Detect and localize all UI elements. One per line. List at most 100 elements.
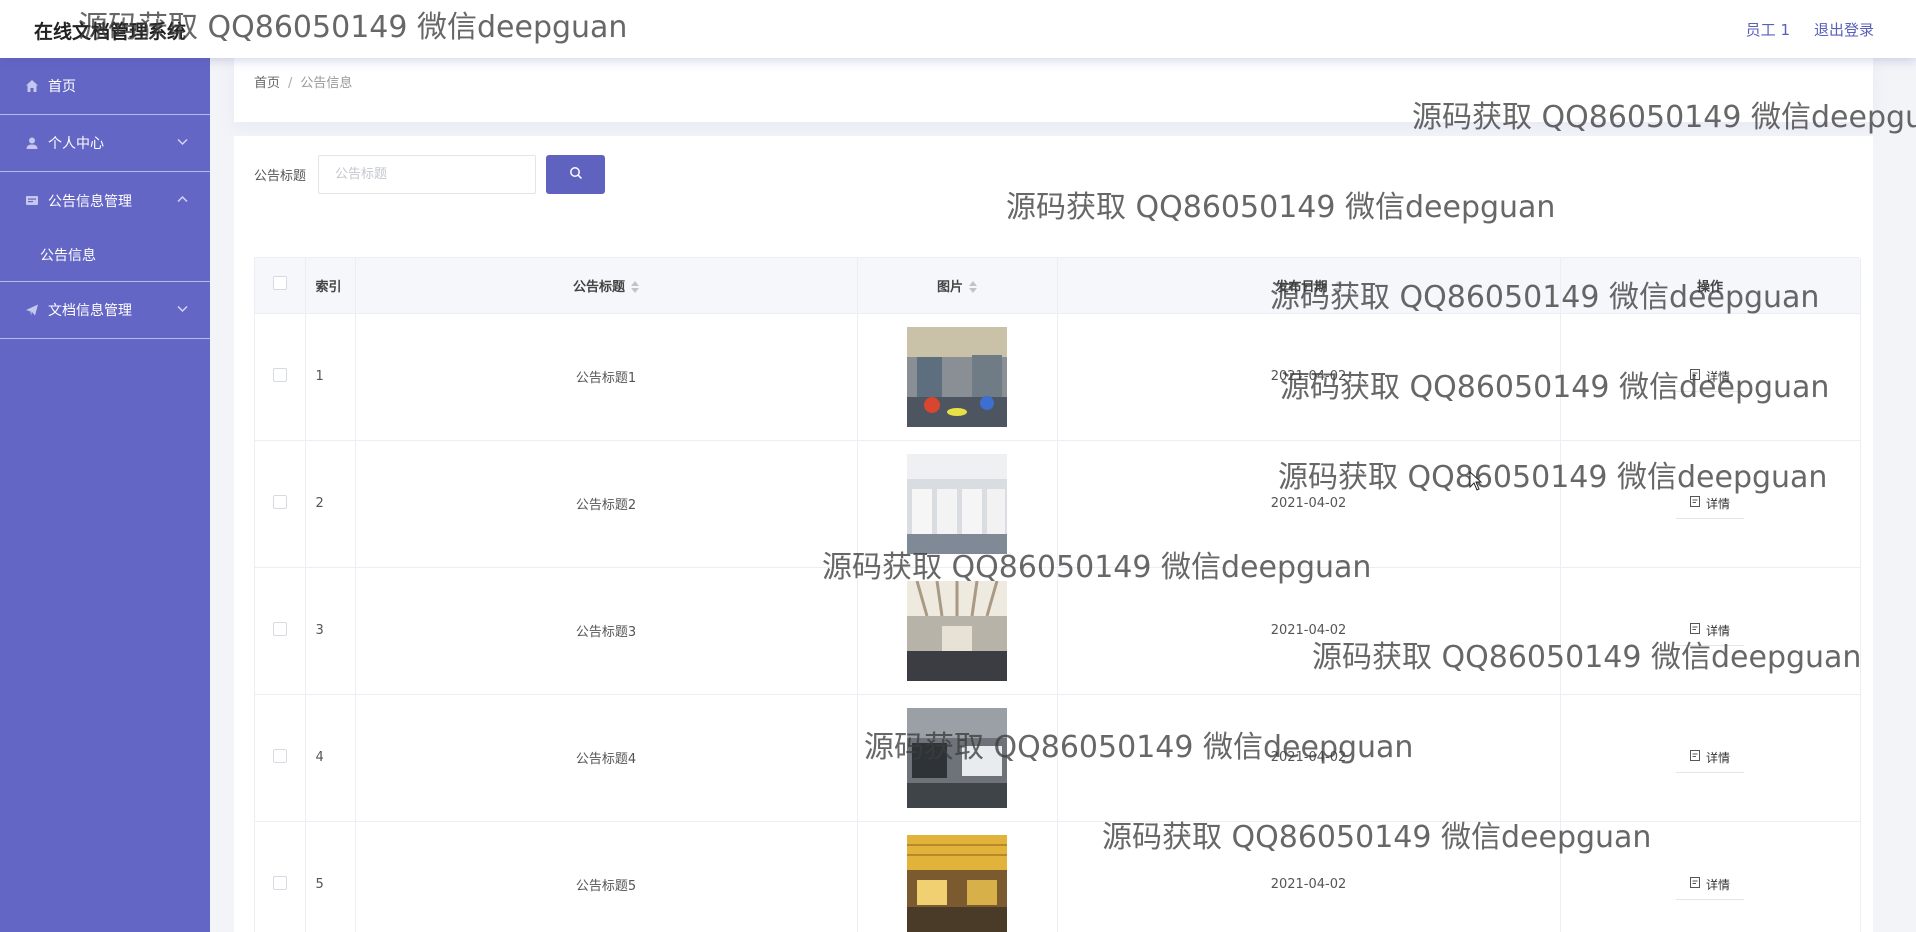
breadcrumb-current: 公告信息	[300, 76, 353, 91]
column-header-index: 索引	[305, 258, 356, 314]
row-image-cell	[857, 694, 1058, 822]
column-header-image-label: 图片	[936, 279, 963, 295]
sidebar-item-label: 个人中心	[48, 136, 104, 152]
breadcrumb-home[interactable]: 首页	[254, 76, 280, 91]
row-title: 公告标题2	[355, 440, 858, 568]
sidebar-item-personal-center[interactable]: 个人中心	[0, 115, 210, 172]
table-row: 3 公告标题3 2021-04-02 详情	[255, 567, 1861, 695]
search-form: 公告标题	[254, 155, 606, 194]
row-date: 2021-04-02	[1057, 440, 1561, 568]
logout-link[interactable]: 退出登录	[1814, 19, 1874, 40]
main-content: 首页 / 公告信息 公告标题 索引	[210, 58, 1916, 932]
select-all-checkbox[interactable]	[272, 276, 287, 291]
notice-image[interactable]	[907, 580, 1007, 681]
document-icon	[1689, 369, 1700, 383]
home-icon	[24, 78, 40, 94]
column-header-date-label: 发布日期	[1275, 279, 1328, 295]
row-actions: 详情	[1560, 567, 1861, 695]
row-date: 2021-04-02	[1057, 821, 1561, 932]
detail-button[interactable]: 详情	[1675, 869, 1744, 900]
table-row: 4 公告标题4 2021-04-02 详情	[255, 694, 1861, 822]
row-select-cell	[255, 440, 306, 568]
sidebar-item-document-management[interactable]: 文档信息管理	[0, 282, 210, 339]
notice-list-card: 公告标题 索引 公告标题 图片	[234, 136, 1873, 932]
sidebar-subitem-notice-info[interactable]: 公告信息	[0, 229, 210, 282]
top-header: 在线文档管理系统 员工 1 退出登录	[0, 0, 1916, 58]
row-checkbox[interactable]	[272, 748, 287, 763]
row-checkbox[interactable]	[272, 621, 287, 636]
breadcrumb-separator: /	[288, 76, 293, 91]
row-select-cell	[255, 821, 306, 932]
detail-button-label: 详情	[1705, 623, 1730, 638]
app-title: 在线文档管理系统	[34, 21, 187, 43]
detail-button[interactable]: 详情	[1675, 742, 1744, 773]
search-label: 公告标题	[254, 169, 307, 184]
document-icon	[1689, 877, 1700, 891]
notice-table: 索引 公告标题 图片 发布日期 操作 1 公告标题1 2021-04-02 详情…	[254, 257, 1861, 932]
row-actions: 详情	[1560, 694, 1861, 822]
row-index: 5	[305, 821, 356, 932]
row-title: 公告标题1	[355, 313, 858, 441]
table-row: 2 公告标题2 2021-04-02 详情	[255, 440, 1861, 568]
row-index: 1	[305, 313, 356, 441]
sidebar-item-home[interactable]: 首页	[0, 58, 210, 115]
detail-button[interactable]: 详情	[1675, 615, 1744, 646]
notice-image[interactable]	[907, 834, 1007, 932]
row-title: 公告标题5	[355, 821, 858, 932]
column-header-actions: 操作	[1560, 258, 1861, 314]
row-select-cell	[255, 694, 306, 822]
document-icon	[1689, 750, 1700, 764]
chevron-down-icon	[177, 135, 188, 149]
row-actions: 详情	[1560, 313, 1861, 441]
sort-icon[interactable]	[1333, 281, 1342, 294]
sidebar-item-label: 文档信息管理	[48, 303, 132, 319]
table-row: 5 公告标题5 2021-04-02 详情	[255, 821, 1861, 932]
document-icon	[1689, 623, 1700, 637]
row-select-cell	[255, 313, 306, 441]
row-image-cell	[857, 567, 1058, 695]
row-image-cell	[857, 440, 1058, 568]
sort-icon[interactable]	[969, 281, 977, 294]
notice-image[interactable]	[907, 326, 1007, 427]
row-index: 3	[305, 567, 356, 695]
chevron-up-icon	[177, 192, 188, 206]
detail-button[interactable]: 详情	[1675, 488, 1744, 519]
detail-button[interactable]: 详情	[1675, 361, 1744, 392]
column-header-date[interactable]: 发布日期	[1057, 258, 1561, 314]
search-icon	[569, 166, 583, 183]
sidebar-item-notice-management[interactable]: 公告信息管理	[0, 172, 210, 229]
row-title: 公告标题3	[355, 567, 858, 695]
detail-button-label: 详情	[1705, 496, 1730, 511]
mouse-cursor-icon	[1469, 471, 1483, 491]
row-checkbox[interactable]	[272, 494, 287, 509]
column-header-title[interactable]: 公告标题	[355, 258, 858, 314]
notice-image[interactable]	[907, 707, 1007, 808]
search-button[interactable]	[546, 155, 606, 194]
breadcrumb-bar: 首页 / 公告信息	[234, 58, 1873, 122]
row-title: 公告标题4	[355, 694, 858, 822]
detail-button-label: 详情	[1705, 369, 1730, 384]
row-checkbox[interactable]	[272, 875, 287, 890]
column-header-image[interactable]: 图片	[857, 258, 1058, 314]
detail-button-label: 详情	[1705, 750, 1730, 765]
search-input[interactable]	[318, 155, 537, 194]
document-icon	[1689, 496, 1700, 510]
row-index: 2	[305, 440, 356, 568]
header-actions: 员工 1 退出登录	[1746, 19, 1874, 40]
chevron-down-icon	[177, 302, 188, 316]
table-row: 1 公告标题1 2021-04-02 详情	[255, 313, 1861, 441]
sidebar: 首页 个人中心 公告信息管理 公告信息 文档信息管理	[0, 58, 210, 932]
column-header-title-label: 公告标题	[572, 279, 625, 295]
row-checkbox[interactable]	[272, 367, 287, 382]
notice-image[interactable]	[907, 453, 1007, 554]
notice-icon	[24, 193, 40, 209]
select-all-cell	[255, 258, 306, 314]
row-select-cell	[255, 567, 306, 695]
breadcrumb: 首页 / 公告信息	[254, 72, 352, 91]
current-user-link[interactable]: 员工 1	[1746, 19, 1790, 40]
sidebar-item-label: 首页	[48, 79, 76, 95]
row-image-cell	[857, 313, 1058, 441]
sort-icon[interactable]	[631, 281, 639, 294]
row-image-cell	[857, 821, 1058, 932]
row-date: 2021-04-02	[1057, 694, 1561, 822]
